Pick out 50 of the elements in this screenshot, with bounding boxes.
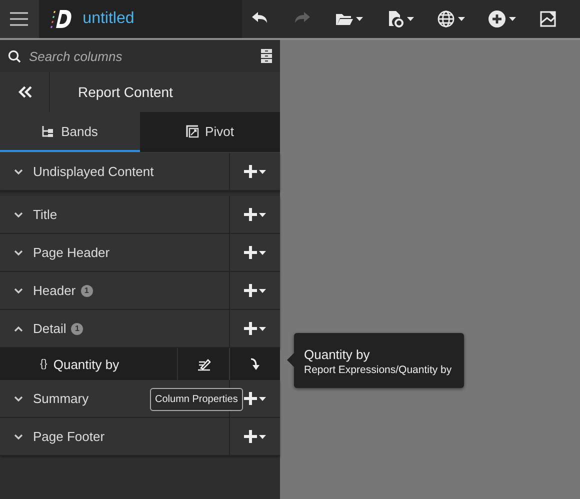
chevron-down-icon bbox=[14, 168, 23, 174]
caret-icon bbox=[259, 396, 266, 400]
caret-icon bbox=[259, 434, 266, 438]
globe-icon bbox=[436, 9, 456, 29]
plus-icon bbox=[244, 208, 257, 221]
tooltip-title: Quantity by bbox=[304, 347, 371, 362]
caret-icon bbox=[407, 17, 414, 21]
add-icon bbox=[487, 9, 507, 29]
tree-icon bbox=[42, 124, 56, 138]
panel-title: Report Content bbox=[77, 83, 173, 102]
caret-icon bbox=[259, 170, 266, 174]
plus-icon bbox=[244, 165, 257, 178]
caret-icon bbox=[509, 17, 516, 21]
hint-tooltip: Column Properties bbox=[150, 388, 243, 411]
chevron-down-icon bbox=[14, 212, 23, 218]
document-title: untitled bbox=[82, 10, 134, 28]
tooltip-path: Report Expressions/Quantity by bbox=[304, 364, 452, 376]
caret-icon bbox=[259, 326, 266, 330]
tab[interactable]: Bands bbox=[0, 112, 140, 152]
column-name: Quantity by bbox=[53, 356, 120, 372]
plus-icon bbox=[244, 322, 257, 335]
search-icon bbox=[8, 50, 21, 62]
plus-icon bbox=[244, 284, 257, 297]
chevron-down-icon bbox=[14, 250, 23, 256]
expression-icon: {} bbox=[40, 358, 48, 370]
chevron-down-icon bbox=[14, 288, 23, 294]
double-chevron-left-icon bbox=[18, 86, 32, 98]
search-field[interactable]: Search columns bbox=[29, 48, 253, 64]
caret-icon bbox=[356, 17, 363, 21]
pivot-icon bbox=[186, 124, 200, 138]
chevron-down-icon bbox=[14, 396, 23, 402]
cabinet-icon bbox=[261, 49, 272, 63]
count-badge: 1 bbox=[80, 284, 93, 296]
arrow-down-icon bbox=[250, 358, 260, 370]
plus-icon bbox=[244, 392, 257, 405]
caret-icon bbox=[458, 17, 465, 21]
plus-icon bbox=[244, 246, 257, 259]
caret-icon bbox=[259, 250, 266, 254]
chevron-up-icon bbox=[14, 326, 23, 332]
menu-button[interactable] bbox=[0, 0, 39, 38]
caret-icon bbox=[259, 288, 266, 292]
logo-icon bbox=[48, 8, 73, 30]
image-icon bbox=[538, 9, 558, 29]
plus-icon bbox=[244, 430, 257, 443]
count-badge: 1 bbox=[71, 322, 84, 334]
menu-icon bbox=[10, 12, 28, 26]
pencil-icon bbox=[196, 358, 210, 370]
caret-icon bbox=[259, 212, 266, 216]
tab[interactable]: Pivot bbox=[140, 112, 280, 152]
chevron-down-icon bbox=[14, 434, 23, 440]
